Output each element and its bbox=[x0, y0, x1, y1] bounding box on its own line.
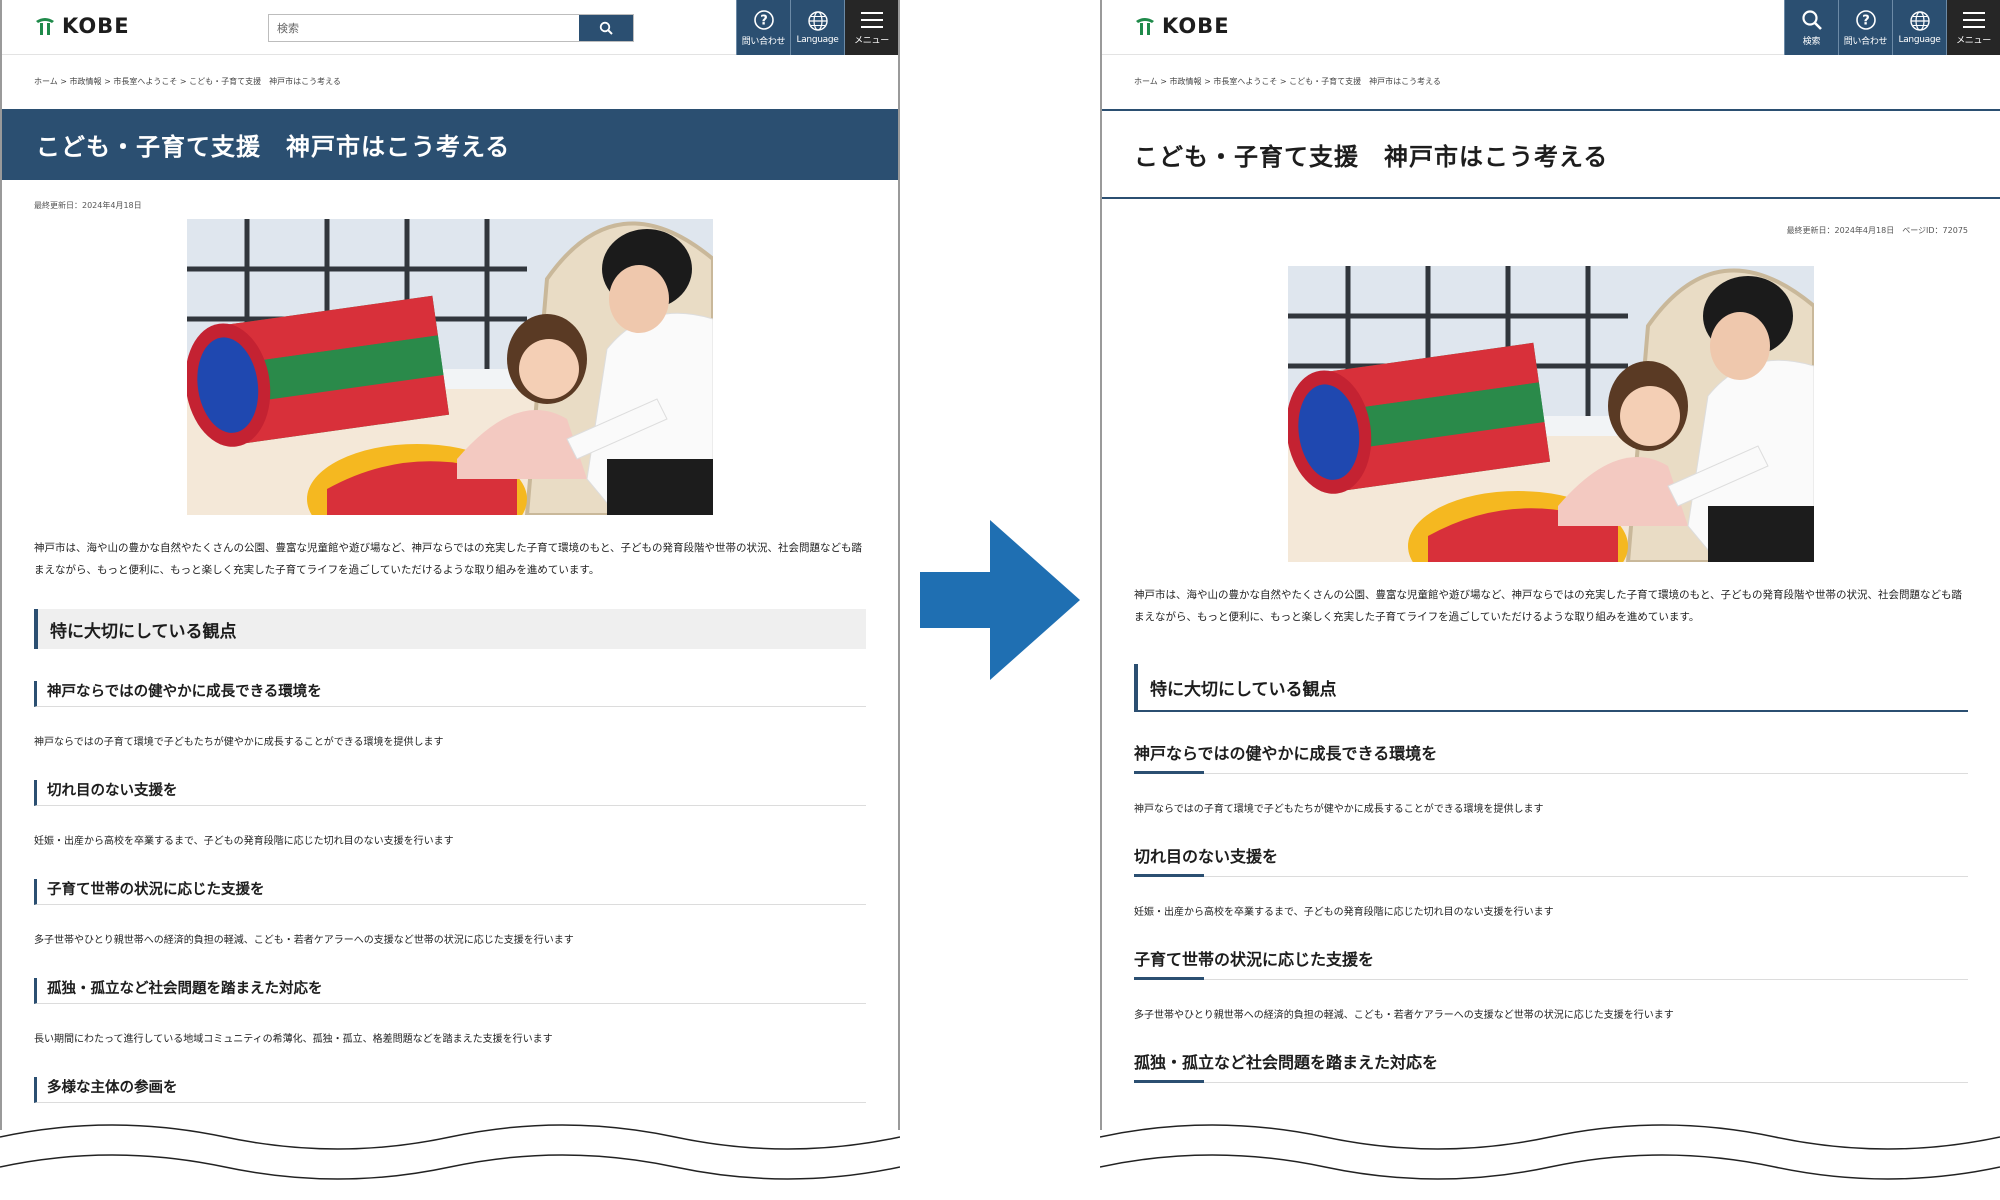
search-box bbox=[268, 14, 634, 42]
search-icon bbox=[1801, 9, 1822, 30]
language-label: Language bbox=[796, 35, 839, 45]
page-cut-wave bbox=[0, 1124, 900, 1200]
kobe-logo-icon bbox=[1136, 18, 1154, 35]
item-text-4: 長い期間にわたって進行している地域コミュニティの希薄化、孤独・孤立、格差問題など… bbox=[34, 1034, 553, 1045]
question-icon: ? bbox=[1855, 9, 1876, 30]
item-heading-2: 切れ目のない支援を bbox=[1134, 845, 1968, 877]
page-title: こども・子育て支援 神戸市はこう考える bbox=[2, 109, 898, 180]
header-tools: ? 問い合わせ Language メニュー bbox=[736, 0, 898, 55]
menu-button[interactable]: メニュー bbox=[1946, 0, 2000, 55]
language-button[interactable]: Language bbox=[790, 0, 844, 55]
item-text-1: 神戸ならではの子育て環境で子どもたちが健やかに成長することができる環境を提供しま… bbox=[34, 737, 444, 748]
page-cut-wave bbox=[1100, 1124, 2000, 1200]
contact-label: 問い合わせ bbox=[1843, 36, 1888, 47]
item-heading-5: 多様な主体の参画を bbox=[34, 1077, 866, 1103]
contact-button[interactable]: ? 問い合わせ bbox=[1838, 0, 1892, 55]
item-heading-1: 神戸ならではの健やかに成長できる環境を bbox=[1134, 742, 1968, 774]
hero-photo bbox=[187, 219, 713, 515]
site-header: KOBE ? 問い合わせ bbox=[2, 0, 898, 55]
svg-text:?: ? bbox=[760, 13, 768, 28]
kobe-logo-icon bbox=[36, 18, 54, 35]
transition-arrow-icon bbox=[920, 520, 1080, 680]
search-input[interactable] bbox=[269, 15, 579, 41]
item-text-3: 多子世帯やひとり親世帯への経済的負担の軽減、こども・若者ケアラーへの支援など世帯… bbox=[34, 935, 574, 946]
header-tools: 検索 ? 問い合わせ Language メニュー bbox=[1784, 0, 2000, 55]
page-title: こども・子育て支援 神戸市はこう考える bbox=[1102, 109, 2000, 199]
logo-text: KOBE bbox=[1162, 14, 1230, 38]
item-text-2: 妊娠・出産から高校を卒業するまで、子どもの発育段階に応じた切れ目のない支援を行い… bbox=[34, 836, 454, 847]
last-updated: 最終更新日：2024年4月18日 ページID：72075 bbox=[1786, 226, 1968, 235]
section-heading: 特に大切にしている観点 bbox=[34, 609, 866, 649]
breadcrumb[interactable]: ホーム > 市政情報 > 市長室へようこそ > こども・子育て支援 神戸市はこう… bbox=[2, 55, 898, 109]
menu-label: メニュー bbox=[1956, 35, 1991, 46]
item-heading-1: 神戸ならではの健やかに成長できる環境を bbox=[34, 681, 866, 707]
breadcrumb[interactable]: ホーム > 市政情報 > 市長室へようこそ > こども・子育て支援 神戸市はこう… bbox=[1102, 55, 2000, 109]
contact-label: 問い合わせ bbox=[741, 36, 786, 47]
search-label: 検索 bbox=[1802, 36, 1821, 47]
search-button[interactable] bbox=[579, 15, 633, 41]
site-logo[interactable]: KOBE bbox=[1134, 14, 1230, 38]
hero-photo bbox=[1288, 266, 1814, 562]
contact-button[interactable]: ? 問い合わせ bbox=[736, 0, 790, 55]
language-button[interactable]: Language bbox=[1892, 0, 1946, 55]
item-heading-4: 孤独・孤立など社会問題を踏まえた対応を bbox=[34, 978, 866, 1004]
question-icon: ? bbox=[753, 9, 774, 30]
site-header: KOBE 検索 ? 問い合わせ Language メニュー bbox=[1102, 0, 2000, 55]
before-page-screenshot: KOBE ? 問い合わせ bbox=[0, 0, 900, 1130]
item-text-1: 神戸ならではの子育て環境で子どもたちが健やかに成長することができる環境を提供しま… bbox=[1134, 804, 1544, 815]
search-icon bbox=[599, 21, 613, 35]
hamburger-icon bbox=[860, 11, 883, 28]
item-heading-4: 孤独・孤立など社会問題を踏まえた対応を bbox=[1134, 1051, 1968, 1083]
svg-text:?: ? bbox=[1862, 13, 1870, 28]
last-updated: 最終更新日：2024年4月18日 bbox=[34, 201, 142, 210]
item-text-2: 妊娠・出産から高校を卒業するまで、子どもの発育段階に応じた切れ目のない支援を行い… bbox=[1134, 907, 1554, 918]
intro-text: 神戸市は、海や山の豊かな自然やたくさんの公園、豊富な児童館や遊び場など、神戸なら… bbox=[1134, 589, 1963, 623]
hamburger-icon bbox=[1962, 11, 1985, 28]
item-text-3: 多子世帯やひとり親世帯への経済的負担の軽減、こども・若者ケアラーへの支援など世帯… bbox=[1134, 1010, 1674, 1021]
section-heading: 特に大切にしている観点 bbox=[1134, 664, 1968, 712]
site-logo[interactable]: KOBE bbox=[34, 14, 130, 38]
menu-button[interactable]: メニュー bbox=[844, 0, 898, 55]
intro-text: 神戸市は、海や山の豊かな自然やたくさんの公園、豊富な児童館や遊び場など、神戸なら… bbox=[34, 542, 863, 576]
globe-icon bbox=[1909, 11, 1930, 31]
menu-label: メニュー bbox=[854, 35, 889, 46]
logo-text: KOBE bbox=[62, 14, 130, 38]
globe-icon bbox=[807, 11, 828, 31]
language-label: Language bbox=[1898, 35, 1941, 45]
search-button[interactable]: 検索 bbox=[1784, 0, 1838, 55]
item-heading-3: 子育て世帯の状況に応じた支援を bbox=[1134, 948, 1968, 980]
item-heading-3: 子育て世帯の状況に応じた支援を bbox=[34, 879, 866, 905]
item-heading-2: 切れ目のない支援を bbox=[34, 780, 866, 806]
after-page-screenshot: KOBE 検索 ? 問い合わせ Language メニュー ホーム > 市政情報… bbox=[1100, 0, 2000, 1130]
